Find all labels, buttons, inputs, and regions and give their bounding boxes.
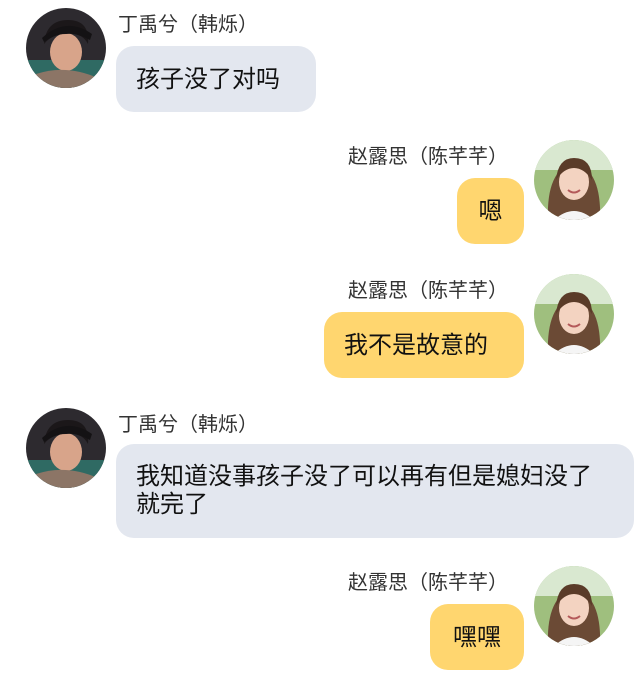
message-bubble[interactable]: 孩子没了对吗 — [116, 46, 316, 112]
female-avatar-icon — [534, 274, 614, 354]
sender-name: 赵露思（陈芊芊） — [348, 570, 508, 594]
male-avatar-icon — [26, 8, 106, 88]
message-bubble[interactable]: 嗯 — [457, 178, 524, 244]
sender-name: 丁禹兮（韩烁） — [118, 412, 258, 436]
avatar-zhaolusi[interactable] — [534, 140, 614, 220]
sender-name: 丁禹兮（韩烁） — [118, 12, 258, 36]
message-row: 赵露思（陈芊芊） 我不是故意的 — [0, 264, 640, 384]
message-bubble[interactable]: 我不是故意的 — [324, 312, 524, 378]
male-avatar-icon — [26, 408, 106, 488]
avatar-dingyuxi[interactable] — [26, 408, 106, 488]
avatar-zhaolusi[interactable] — [534, 566, 614, 646]
sender-name: 赵露思（陈芊芊） — [348, 144, 508, 168]
avatar-dingyuxi[interactable] — [26, 8, 106, 88]
avatar-zhaolusi[interactable] — [534, 274, 614, 354]
chat-thread: 丁禹兮（韩烁） 孩子没了对吗 赵露思（陈芊芊） 嗯 赵露思（陈芊芊） 我不是故意… — [0, 0, 640, 690]
female-avatar-icon — [534, 566, 614, 646]
message-row: 丁禹兮（韩烁） 我知道没事孩子没了可以再有但是媳妇没了就完了 — [0, 400, 640, 550]
sender-name: 赵露思（陈芊芊） — [348, 278, 508, 302]
message-row: 赵露思（陈芊芊） 嘿嘿 — [0, 556, 640, 690]
message-bubble[interactable]: 我知道没事孩子没了可以再有但是媳妇没了就完了 — [116, 444, 634, 538]
female-avatar-icon — [534, 140, 614, 220]
message-row: 丁禹兮（韩烁） 孩子没了对吗 — [0, 0, 640, 120]
message-bubble[interactable]: 嘿嘿 — [430, 604, 524, 670]
message-row: 赵露思（陈芊芊） 嗯 — [0, 130, 640, 250]
